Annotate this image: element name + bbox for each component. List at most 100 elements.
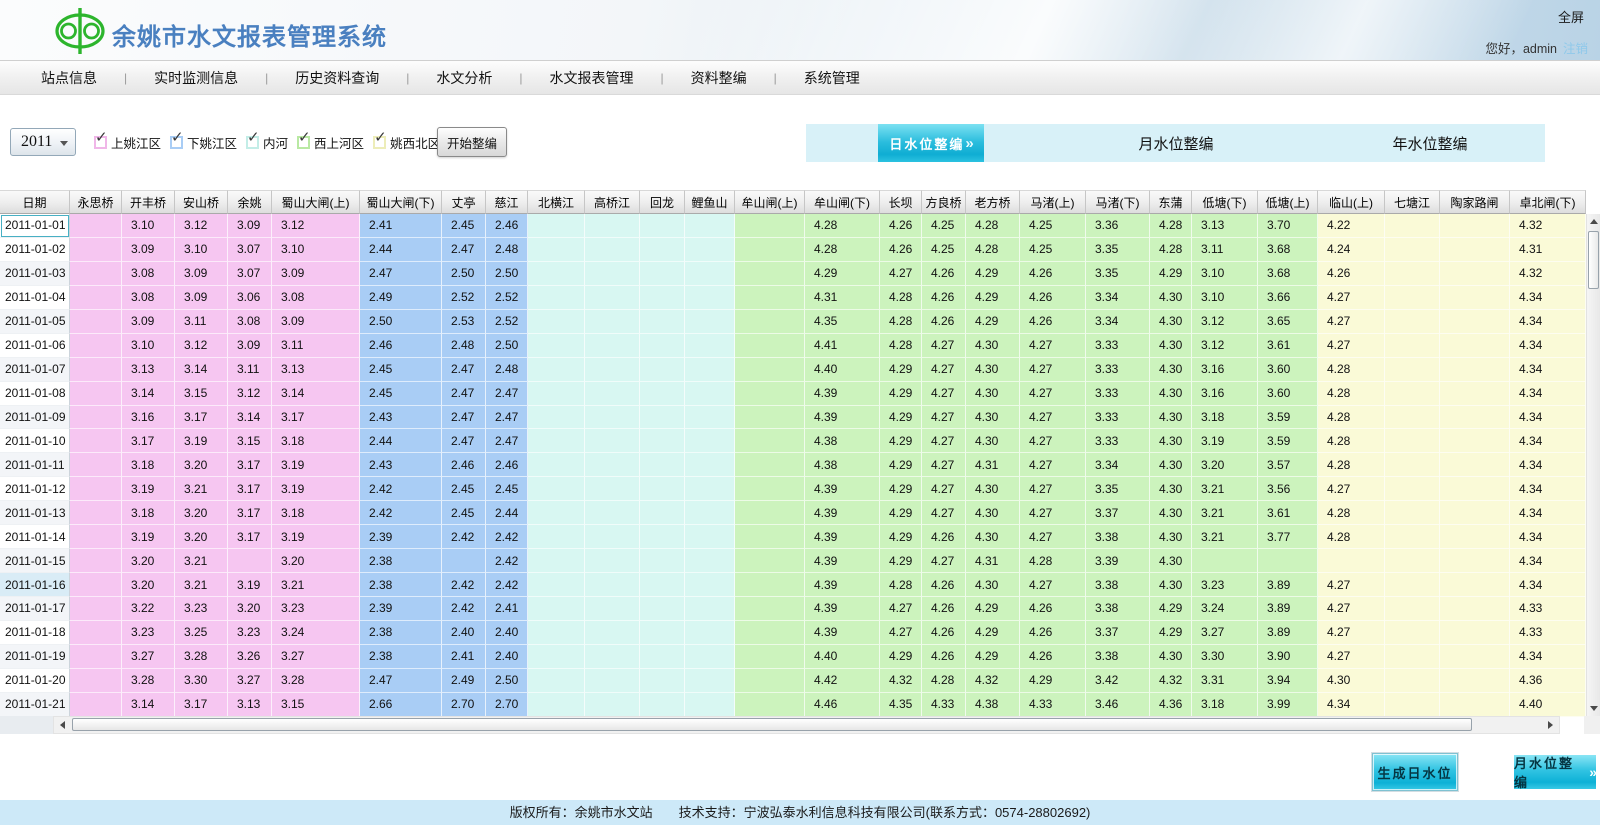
value-cell[interactable]: 4.24 <box>1318 238 1385 262</box>
value-cell[interactable]: 4.34 <box>1510 358 1586 382</box>
value-cell[interactable]: 4.28 <box>966 238 1020 262</box>
value-cell[interactable]: 3.60 <box>1258 382 1318 406</box>
nav-item-5[interactable]: 水文报表管理 <box>523 68 661 88</box>
value-cell[interactable] <box>70 382 122 406</box>
value-cell[interactable]: 3.15 <box>272 693 360 717</box>
value-cell[interactable]: 3.21 <box>1192 525 1258 549</box>
value-cell[interactable] <box>1440 669 1510 693</box>
value-cell[interactable]: 4.29 <box>880 429 922 453</box>
value-cell[interactable]: 4.27 <box>880 597 922 621</box>
value-cell[interactable]: 3.19 <box>1192 429 1258 453</box>
value-cell[interactable]: 3.22 <box>122 597 175 621</box>
value-cell[interactable] <box>585 453 640 477</box>
value-cell[interactable]: 4.27 <box>922 477 966 501</box>
value-cell[interactable]: 4.26 <box>880 238 922 262</box>
value-cell[interactable]: 4.27 <box>1318 597 1385 621</box>
value-cell[interactable] <box>1385 477 1440 501</box>
value-cell[interactable]: 3.11 <box>228 358 272 382</box>
value-cell[interactable] <box>1385 334 1440 358</box>
value-cell[interactable]: 3.12 <box>175 334 228 358</box>
value-cell[interactable]: 3.19 <box>228 573 272 597</box>
value-cell[interactable]: 4.39 <box>805 621 880 645</box>
value-cell[interactable]: 4.39 <box>805 477 880 501</box>
value-cell[interactable] <box>1385 214 1440 238</box>
value-cell[interactable]: 4.30 <box>966 358 1020 382</box>
value-cell[interactable]: 4.26 <box>880 214 922 238</box>
value-cell[interactable]: 4.27 <box>1318 621 1385 645</box>
value-cell[interactable]: 4.27 <box>922 334 966 358</box>
value-cell[interactable]: 4.29 <box>966 286 1020 310</box>
value-cell[interactable]: 3.38 <box>1086 525 1150 549</box>
value-cell[interactable]: 4.39 <box>805 382 880 406</box>
value-cell[interactable] <box>70 693 122 717</box>
value-cell[interactable] <box>70 549 122 573</box>
value-cell[interactable] <box>528 453 585 477</box>
value-cell[interactable]: 4.27 <box>1020 334 1086 358</box>
value-cell[interactable] <box>1385 669 1440 693</box>
value-cell[interactable] <box>640 501 685 525</box>
value-cell[interactable]: 3.28 <box>272 669 360 693</box>
value-cell[interactable]: 2.44 <box>360 238 442 262</box>
value-cell[interactable]: 4.29 <box>966 262 1020 286</box>
value-cell[interactable]: 4.33 <box>922 693 966 717</box>
value-cell[interactable]: 4.29 <box>1150 621 1192 645</box>
value-cell[interactable]: 4.32 <box>966 669 1020 693</box>
value-cell[interactable] <box>685 573 735 597</box>
value-cell[interactable] <box>640 549 685 573</box>
value-cell[interactable]: 4.30 <box>1150 501 1192 525</box>
value-cell[interactable]: 3.35 <box>1086 238 1150 262</box>
value-cell[interactable] <box>70 573 122 597</box>
value-cell[interactable]: 4.28 <box>1020 549 1086 573</box>
value-cell[interactable] <box>1440 238 1510 262</box>
value-cell[interactable]: 2.47 <box>442 382 486 406</box>
value-cell[interactable]: 3.20 <box>175 453 228 477</box>
value-cell[interactable]: 4.25 <box>922 214 966 238</box>
value-cell[interactable]: 4.29 <box>805 262 880 286</box>
value-cell[interactable]: 3.08 <box>122 262 175 286</box>
value-cell[interactable]: 4.39 <box>805 525 880 549</box>
value-cell[interactable]: 3.89 <box>1258 573 1318 597</box>
value-cell[interactable]: 3.09 <box>122 310 175 334</box>
value-cell[interactable]: 3.11 <box>272 334 360 358</box>
value-cell[interactable]: 2.47 <box>486 429 528 453</box>
nav-item-6[interactable]: 资料整编 <box>664 68 774 88</box>
value-cell[interactable]: 3.37 <box>1086 501 1150 525</box>
value-cell[interactable]: 2.70 <box>486 693 528 717</box>
start-arrange-button[interactable]: 开始整编 <box>437 127 507 157</box>
value-cell[interactable]: 4.26 <box>1318 262 1385 286</box>
value-cell[interactable]: 2.47 <box>442 429 486 453</box>
value-cell[interactable] <box>640 597 685 621</box>
value-cell[interactable] <box>528 525 585 549</box>
value-cell[interactable]: 4.34 <box>1510 382 1586 406</box>
region-filter-3[interactable]: ✓内河 <box>246 133 288 152</box>
value-cell[interactable]: 3.23 <box>1192 573 1258 597</box>
value-cell[interactable] <box>735 334 805 358</box>
value-cell[interactable]: 2.44 <box>360 429 442 453</box>
value-cell[interactable]: 3.27 <box>1192 621 1258 645</box>
value-cell[interactable]: 3.13 <box>272 358 360 382</box>
value-cell[interactable] <box>585 693 640 717</box>
value-cell[interactable]: 2.46 <box>486 453 528 477</box>
nav-item-2[interactable]: 实时监测信息 <box>127 68 265 88</box>
value-cell[interactable]: 3.16 <box>122 406 175 430</box>
value-cell[interactable]: 3.09 <box>175 286 228 310</box>
value-cell[interactable] <box>640 406 685 430</box>
value-cell[interactable]: 4.27 <box>880 262 922 286</box>
value-cell[interactable]: 4.31 <box>805 286 880 310</box>
value-cell[interactable]: 2.44 <box>486 501 528 525</box>
value-cell[interactable]: 4.30 <box>1150 453 1192 477</box>
date-cell[interactable]: 2011-01-06 <box>0 334 70 358</box>
value-cell[interactable]: 4.28 <box>1318 358 1385 382</box>
date-cell[interactable]: 2011-01-17 <box>0 597 70 621</box>
value-cell[interactable] <box>1385 597 1440 621</box>
value-cell[interactable]: 4.27 <box>922 382 966 406</box>
value-cell[interactable]: 4.35 <box>805 310 880 334</box>
scroll-up-icon[interactable] <box>1587 214 1600 229</box>
value-cell[interactable] <box>528 597 585 621</box>
value-cell[interactable]: 4.30 <box>1150 525 1192 549</box>
value-cell[interactable] <box>585 406 640 430</box>
value-cell[interactable]: 3.17 <box>228 501 272 525</box>
value-cell[interactable] <box>685 214 735 238</box>
value-cell[interactable]: 3.30 <box>1192 645 1258 669</box>
value-cell[interactable]: 4.30 <box>966 477 1020 501</box>
